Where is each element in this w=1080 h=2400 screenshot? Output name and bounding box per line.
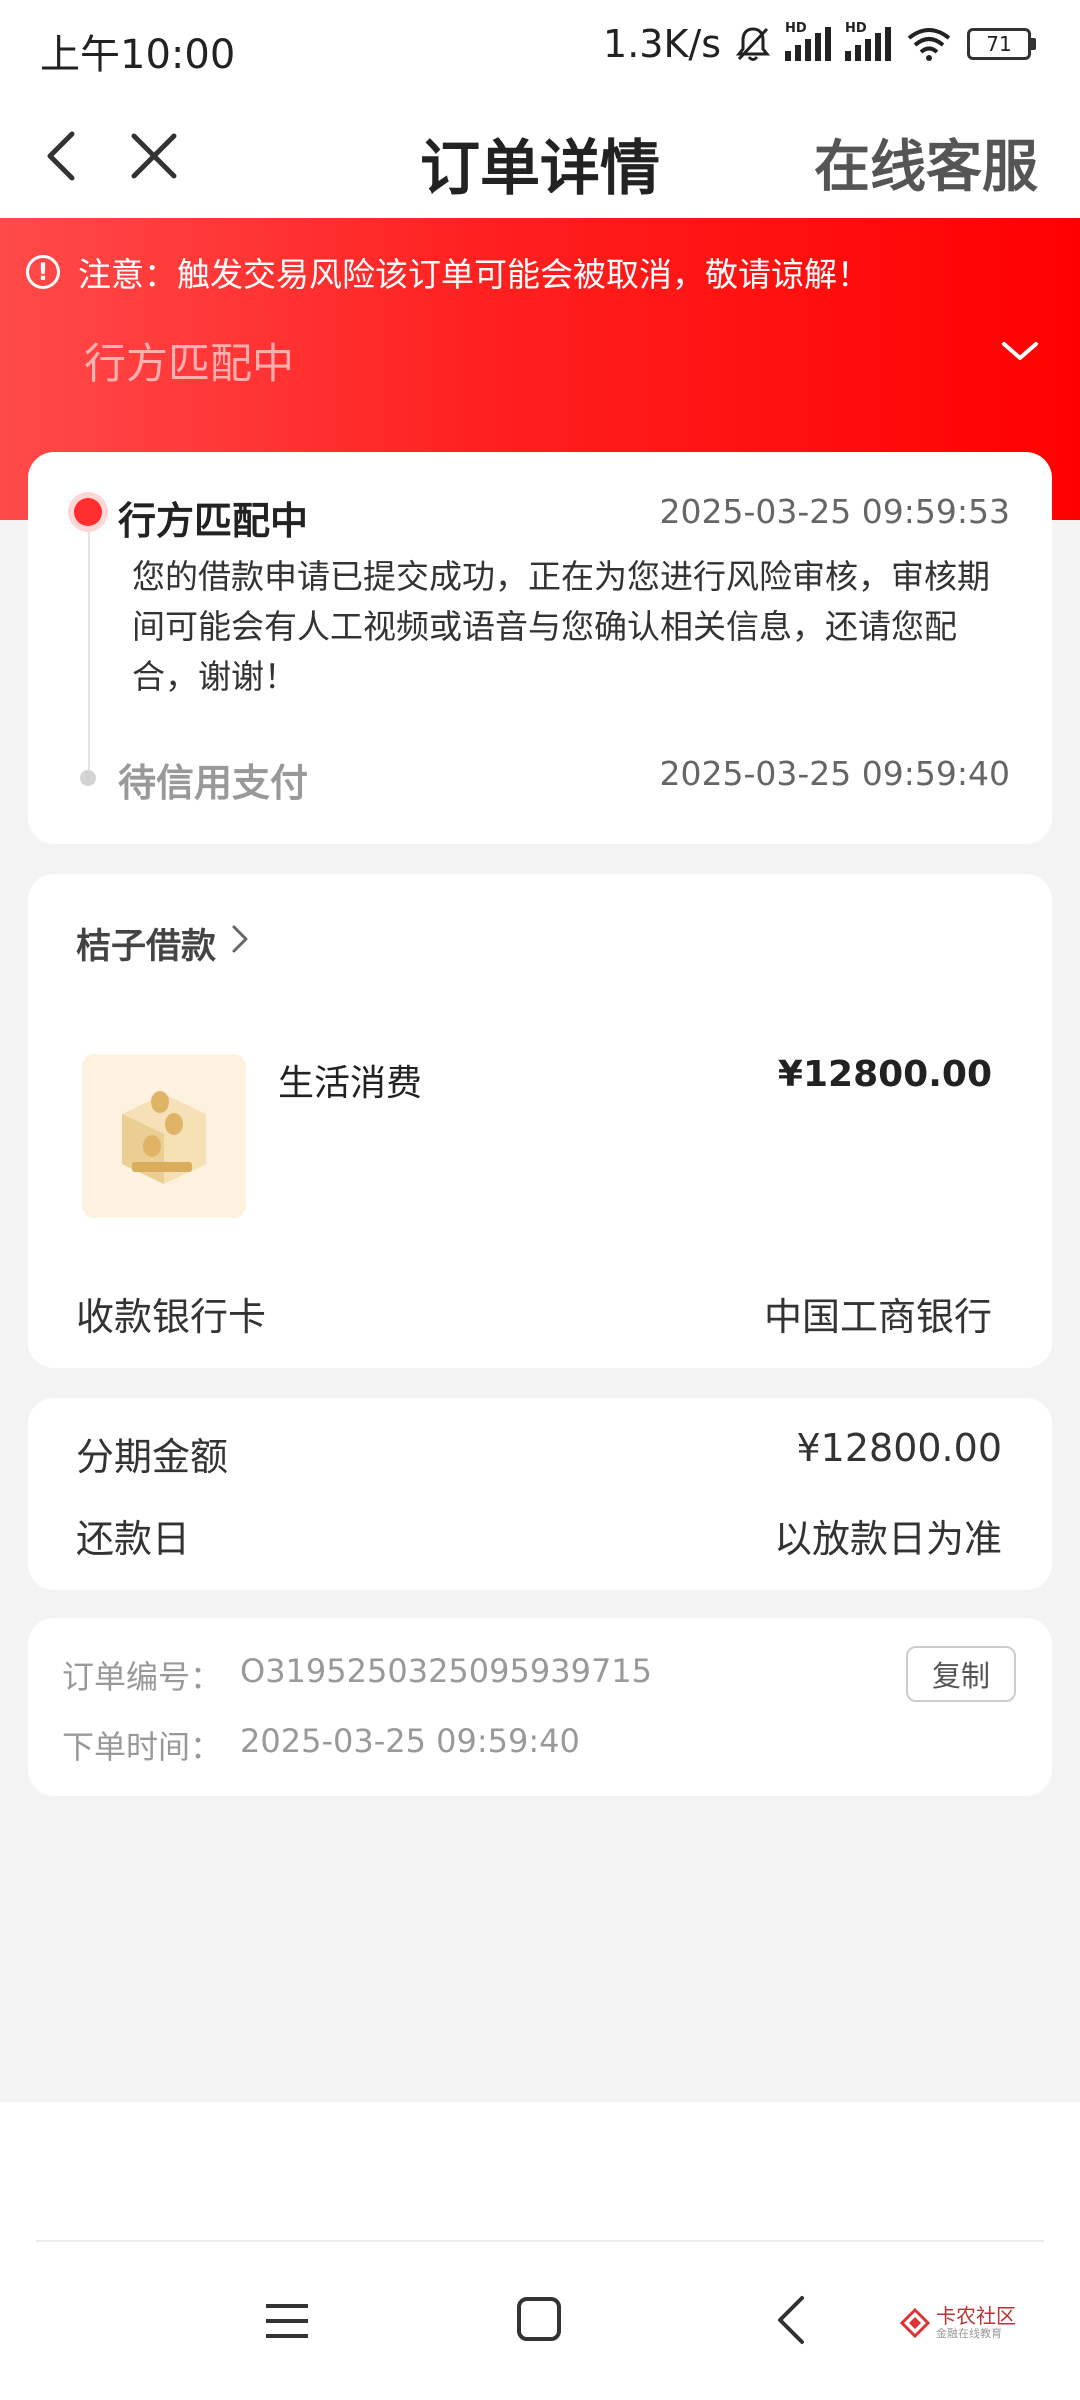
warning-icon: ! [26, 255, 60, 289]
copy-button[interactable]: 复制 [906, 1646, 1016, 1702]
status-time: 上午10:00 [40, 32, 236, 78]
home-icon[interactable] [514, 2294, 564, 2344]
installment-card: 分期金额 ¥12800.00 还款日 以放款日为准 [28, 1398, 1052, 1590]
timeline-title: 行方匹配中 [118, 499, 309, 543]
chevron-down-icon[interactable] [998, 336, 1042, 366]
bank-card-label: 收款银行卡 [76, 1295, 267, 1339]
installment-amount-value: ¥12800.00 [796, 1426, 1003, 1470]
merchant-link[interactable]: 桔子借款 [76, 918, 250, 969]
bank-card-value: 中国工商银行 [763, 1295, 992, 1339]
status-bar: 上午10:00 1.3K/s HD HD 71 [0, 0, 1080, 96]
chevron-right-icon [230, 923, 250, 964]
system-nav-area [0, 2102, 1080, 2400]
timeline-time: 2025-03-25 09:59:40 [659, 754, 1010, 793]
watermark: 卡农社区 金融在线教育 [899, 2304, 1016, 2340]
product-image [82, 1054, 246, 1218]
loan-usage: 生活消费 [278, 1063, 423, 1104]
watermark-logo-icon [899, 2307, 931, 2338]
repay-day-value: 以放款日为准 [773, 1517, 1002, 1561]
watermark-subtitle: 金融在线教育 [936, 2327, 1002, 2340]
system-back-icon[interactable] [772, 2292, 812, 2348]
banner-status-text: 行方匹配中 [84, 339, 295, 388]
timeline-description: 您的借款申请已提交成功，正在为您进行风险审核，审核期间可能会有人工视频或语音与您… [132, 557, 990, 696]
repay-day-label: 还款日 [76, 1517, 191, 1561]
order-time: 2025-03-25 09:59:40 [240, 1722, 580, 1760]
risk-notice-text: 注意：触发交易风险该订单可能会被取消，敬请谅解！ [78, 255, 870, 294]
order-time-label: 下单时间： [62, 1728, 223, 1766]
loan-amount: ¥12800.00 [777, 1054, 992, 1095]
battery-icon: 71 [967, 28, 1036, 60]
nav-bar: 订单详情 在线客服 [0, 96, 1080, 218]
wifi-icon [905, 26, 953, 62]
battery-level: 71 [967, 28, 1031, 60]
timeline-card: 行方匹配中 2025-03-25 09:59:53 您的借款申请已提交成功，正在… [28, 452, 1052, 844]
menu-icon[interactable] [262, 2296, 312, 2346]
product-card: 桔子借款 生活消费 ¥12800.00 收款银行卡 中国工商银行 [28, 874, 1052, 1368]
timeline-dot [80, 770, 96, 786]
net-speed: 1.3K/s [603, 22, 721, 66]
timeline-title: 待信用支付 [118, 761, 309, 805]
timeline-line [88, 520, 90, 770]
order-number-label: 订单编号： [62, 1658, 223, 1696]
online-service-button[interactable]: 在线客服 [814, 122, 1038, 203]
order-info-card: 订单编号： O319525032509593971​5 复制 下单时间： 202… [28, 1618, 1052, 1796]
bell-muted-icon [735, 25, 771, 63]
installment-amount-label: 分期金额 [76, 1435, 229, 1479]
divider [36, 2240, 1044, 2242]
signal-icon: HD [845, 21, 891, 61]
status-icons: 1.3K/s HD HD 71 [603, 21, 1036, 66]
order-number: O319525032509593971​5 [240, 1652, 653, 1690]
watermark-title: 卡农社区 [936, 2304, 1016, 2328]
timeline-time: 2025-03-25 09:59:53 [659, 492, 1010, 531]
risk-notice: ! 注意：触发交易风险该订单可能会被取消，敬请谅解！ [26, 248, 870, 296]
merchant-name: 桔子借款 [76, 927, 217, 967]
timeline-dot-active [74, 498, 102, 526]
signal-icon: HD [785, 21, 831, 61]
